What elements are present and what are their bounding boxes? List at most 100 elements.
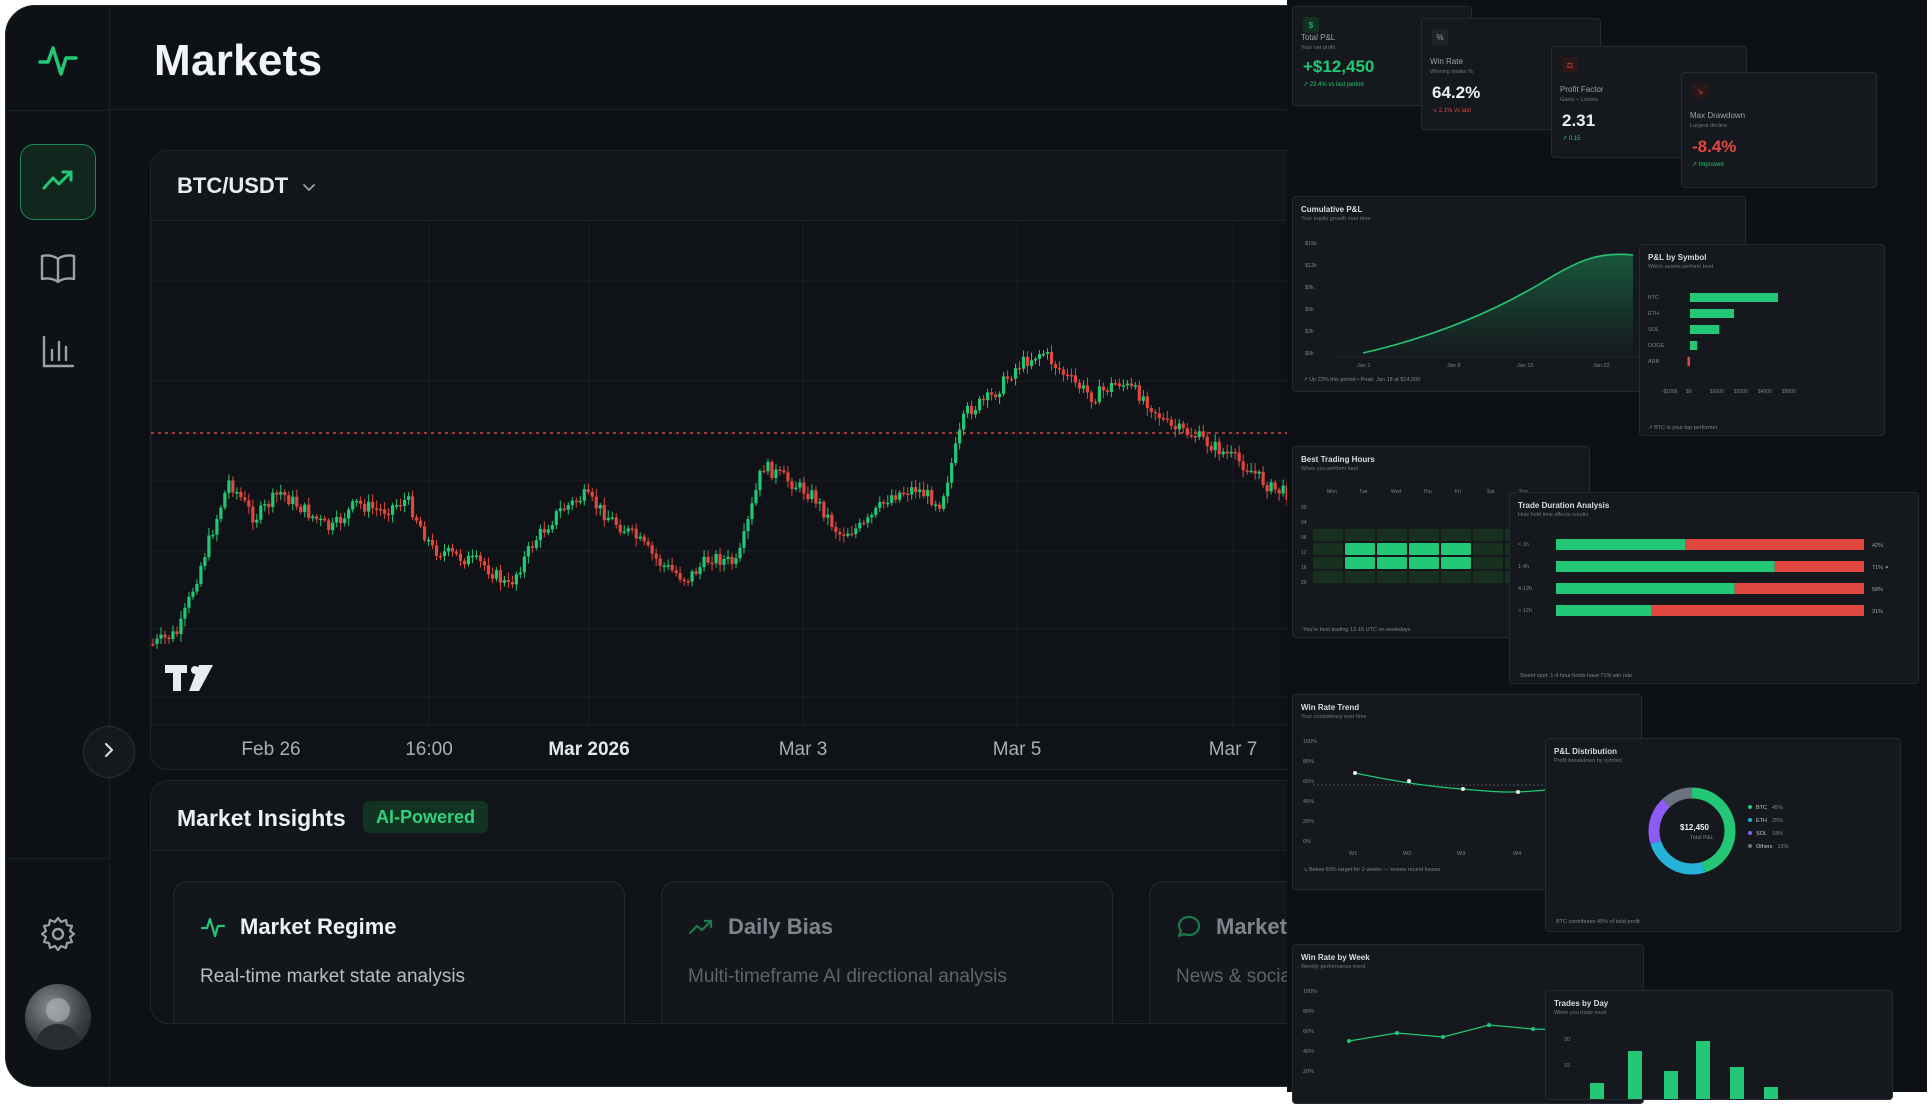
candle-down (371, 501, 375, 509)
candle-up (279, 491, 283, 495)
candle-down (243, 497, 247, 501)
y-tick: 15 (1564, 1063, 1571, 1069)
heatmap-cell (1345, 529, 1375, 541)
candle-down (398, 505, 403, 507)
nav-journal[interactable] (20, 232, 96, 308)
candle-up (794, 487, 798, 490)
candle-down (1265, 485, 1269, 492)
candle-up (179, 618, 183, 635)
candle-up (702, 556, 706, 568)
pnl-distribution-panel: P&L Distribution Profit breakdown by sym… (1545, 738, 1901, 932)
candle-down (1017, 368, 1022, 370)
activity-logo-icon[interactable] (36, 38, 80, 82)
nav-analytics[interactable] (20, 316, 96, 392)
win-bar (1556, 539, 1686, 550)
candle-down (1085, 385, 1090, 393)
x-tick: $4000 (1758, 389, 1772, 395)
candle-up (810, 490, 814, 499)
candle-up (514, 574, 518, 585)
candle-down (1181, 423, 1185, 429)
candle-down (982, 398, 986, 401)
bar-chart-icon (40, 334, 76, 375)
sidebar-divider (6, 858, 110, 859)
candle-down (486, 565, 491, 575)
stat-card-max-drawdown: ↘ Max Drawdown Largest decline -8.4% ↗ I… (1681, 72, 1877, 188)
candle-up (474, 555, 479, 558)
insight-card-market-regime[interactable]: Market Regime Real-time market state ana… (173, 881, 625, 1023)
candle-down (1093, 401, 1098, 404)
heatmap-cell (1313, 529, 1343, 541)
y-tick: 60% (1303, 1029, 1315, 1035)
heatmap-cell (1377, 571, 1407, 583)
candle-up (958, 429, 962, 444)
candle-up (962, 413, 966, 430)
candle-down (682, 579, 686, 582)
candle-down (1049, 351, 1054, 365)
candle-down (902, 492, 906, 495)
candle-down (231, 480, 235, 493)
candle-up (534, 540, 538, 548)
pnl-by-symbol-chart: BTC ETH SOL DOGE ARB -$1000 $0 $1000 $2000 $4000 $… (1648, 293, 1796, 395)
symbol-selector[interactable]: BTC/USDT (177, 173, 316, 200)
candle-down (1157, 413, 1161, 419)
candle-down (247, 500, 251, 507)
candle-down (894, 495, 898, 500)
candle-down (574, 500, 578, 503)
heatmap-cell (1377, 543, 1407, 555)
legend-name: ETH (1756, 818, 1767, 824)
avatar[interactable] (25, 984, 91, 1050)
panel-footer: Sweet spot: 1-4 hour holds have 71% win … (1520, 673, 1633, 679)
candle-up (335, 516, 339, 523)
candle-down (914, 487, 918, 493)
stat-sub: Gains ÷ Losses (1560, 97, 1598, 103)
heatmap-cell (1441, 557, 1471, 569)
pnl-distribution-donut (1648, 787, 1736, 875)
sidebar-expand-button[interactable] (83, 726, 135, 778)
candle-down (375, 508, 379, 510)
candle-up (582, 489, 586, 501)
y-tick: 60% (1303, 779, 1315, 785)
sidebar (6, 6, 110, 1086)
heatmap-cell (1409, 529, 1439, 541)
candle-up (367, 501, 371, 512)
candle-up (1177, 423, 1181, 430)
candle-down (802, 482, 806, 494)
x-tick: $2000 (1734, 389, 1748, 395)
hour-label: 20 (1301, 580, 1307, 586)
heatmap-cell (1313, 557, 1343, 569)
candle-up (1213, 441, 1217, 451)
candle-up (207, 535, 211, 558)
day-label: Thu (1423, 489, 1432, 495)
candle-down (510, 582, 514, 585)
candle-up (390, 505, 395, 515)
stat-value: 64.2% (1432, 83, 1481, 102)
hour-label: 00 (1301, 505, 1307, 511)
candle-down (167, 637, 171, 640)
nav-settings[interactable] (20, 898, 96, 974)
stat-label: Profit Factor (1560, 85, 1604, 94)
candle-up (758, 470, 762, 491)
candle-up (846, 533, 850, 536)
candle-up (1221, 451, 1225, 455)
bar-label: ARB (1648, 359, 1660, 365)
candle-down (1105, 390, 1110, 392)
stat-delta: ↗ Improved (1692, 162, 1724, 168)
candle-up (1081, 385, 1086, 389)
candle-down (498, 570, 503, 583)
candle-up (698, 567, 702, 574)
candle-down (1193, 436, 1197, 438)
panel-footer: ↗ Up 23% this period • Peak: Jan 18 at $… (1303, 377, 1421, 383)
candle-down (1061, 369, 1066, 375)
legend-dot (1748, 831, 1752, 835)
stat-value: +$12,450 (1303, 57, 1375, 76)
candle-down (295, 496, 299, 507)
candle-up (622, 531, 626, 534)
candlestick-chart[interactable]: Feb 26 16:00 Mar 2026 Mar 3 Mar 5 Mar 7 (151, 221, 1350, 770)
legend-percent: 45% (1772, 805, 1784, 811)
candle-up (734, 558, 738, 564)
candle-down (782, 470, 786, 473)
nav-markets[interactable] (20, 144, 96, 220)
candle-up (199, 565, 203, 584)
candle-up (518, 572, 522, 575)
insight-card-daily-bias[interactable]: Daily Bias Multi-timeframe AI directiona… (661, 881, 1113, 1023)
